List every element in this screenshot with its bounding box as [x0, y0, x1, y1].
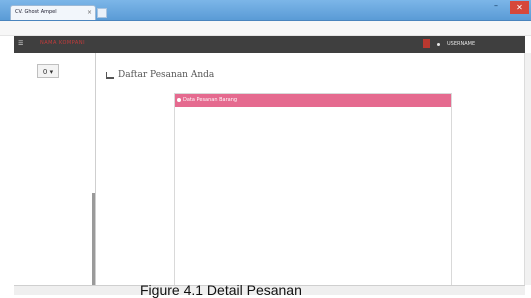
sidebar [14, 53, 96, 285]
browser-tab-title: CV. Ghost Ampel [15, 9, 57, 15]
panel-title: Data Pesanan Barang [183, 97, 238, 103]
panel-header: Data Pesanan Barang [175, 94, 451, 107]
info-icon [177, 98, 181, 102]
sidebar-scrollbar[interactable] [92, 193, 95, 285]
browser-titlebar: CV. Ghost Ampel × – ✕ [0, 0, 531, 21]
figure-caption: Figure 4.1 Detail Pesanan [140, 282, 302, 298]
brand-label[interactable]: NAMA KOMPANI [40, 40, 85, 46]
window-close-button[interactable]: ✕ [510, 1, 529, 14]
user-icon [437, 43, 440, 46]
menu-icon[interactable]: ☰ [18, 40, 23, 47]
quantity-badge[interactable]: 0 ▾ [37, 64, 59, 78]
window-minimize-button[interactable]: – [491, 2, 501, 12]
browser-tab[interactable]: CV. Ghost Ampel × [10, 5, 96, 20]
orders-panel: Data Pesanan Barang [174, 93, 452, 286]
notification-icon[interactable] [423, 39, 430, 48]
tab-close-icon[interactable]: × [87, 6, 92, 19]
page-title: Daftar Pesanan Anda [106, 70, 214, 80]
top-navbar: ☰ NAMA KOMPANI USERNAME [14, 36, 525, 53]
browser-address-bar[interactable] [0, 21, 531, 36]
page-scrollbar[interactable] [524, 53, 531, 285]
cart-icon [106, 71, 114, 79]
page-title-text: Daftar Pesanan Anda [118, 70, 215, 80]
user-menu[interactable]: USERNAME [447, 41, 475, 47]
new-tab-button[interactable] [97, 8, 107, 18]
